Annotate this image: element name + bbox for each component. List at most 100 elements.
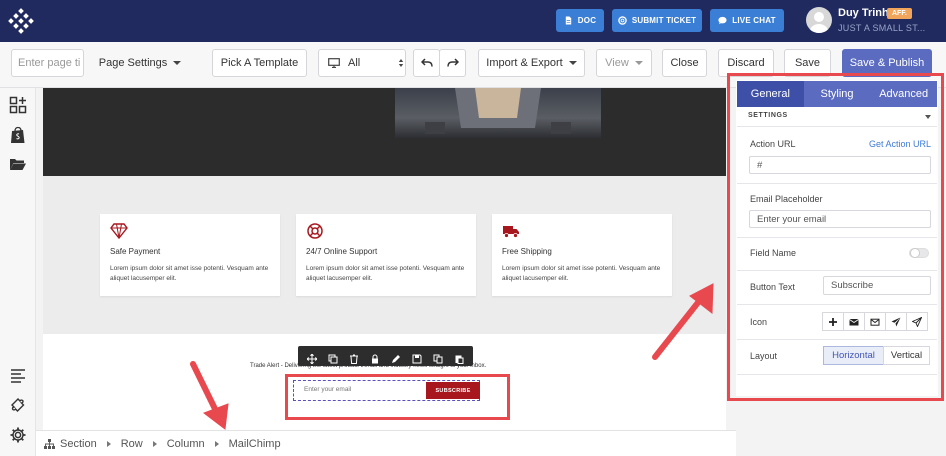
chevron-right-icon <box>152 440 157 447</box>
feature-card-online-support[interactable]: 24/7 Online Support Lorem ipsum dolor si… <box>296 214 476 296</box>
feature-title: Free Shipping <box>502 247 552 256</box>
icon-picker <box>822 312 928 331</box>
lifebuoy-icon <box>618 16 627 25</box>
divider <box>737 374 937 375</box>
settings-panel: General Styling Advanced SETTINGS Action… <box>736 80 938 396</box>
email-input[interactable]: Enter your email <box>304 386 351 393</box>
toggle-knob <box>910 248 920 258</box>
discard-button[interactable]: Discard <box>718 49 774 77</box>
chat-icon <box>718 16 727 25</box>
chevron-right-icon <box>214 440 219 447</box>
breadcrumb-mailchimp[interactable]: MailChimp <box>229 438 281 450</box>
gear-icon[interactable] <box>9 426 27 444</box>
lock-icon[interactable] <box>370 351 380 364</box>
chevron-down-icon <box>634 61 643 65</box>
email-placeholder-input[interactable]: Enter your email <box>749 210 931 228</box>
divider <box>737 237 937 238</box>
monitor-icon <box>328 58 340 68</box>
mailchimp-form[interactable]: Enter your email SUBSCRIBE <box>293 380 480 401</box>
breadcrumb-row[interactable]: Row <box>121 438 143 450</box>
plus-icon[interactable] <box>822 312 844 331</box>
feature-title: Safe Payment <box>110 247 161 256</box>
doc-button[interactable]: DOC <box>556 9 604 32</box>
button-text-label: Button Text <box>750 282 795 292</box>
trash-icon[interactable] <box>349 351 359 364</box>
view-dropdown[interactable]: View <box>596 49 652 77</box>
envelope-outline-icon[interactable] <box>864 312 886 331</box>
button-text-input[interactable]: Subscribe <box>823 276 931 295</box>
diamond-icon <box>110 223 128 239</box>
paper-plane-outline-icon[interactable] <box>906 312 928 331</box>
field-name-label: Field Name <box>750 248 797 258</box>
copy-icon[interactable] <box>328 351 338 364</box>
hero-photo[interactable] <box>395 88 601 138</box>
save-button[interactable]: Save <box>784 49 831 77</box>
divider <box>737 126 937 127</box>
puzzle-icon[interactable] <box>9 396 27 414</box>
settings-heading[interactable]: SETTINGS <box>748 112 788 119</box>
chevron-down-icon <box>568 61 577 65</box>
import-export-dropdown[interactable]: Import & Export <box>478 49 585 77</box>
app-logo-icon[interactable] <box>8 8 34 34</box>
tab-advanced[interactable]: Advanced <box>870 81 937 107</box>
hero-section[interactable] <box>43 88 726 176</box>
user-name[interactable]: Duy Trinh <box>838 7 889 19</box>
device-select-value: All <box>348 57 361 69</box>
sitemap-icon <box>44 438 55 449</box>
get-action-url-link[interactable]: Get Action URL <box>869 139 931 149</box>
feature-text: Lorem ipsum dolor sit amet isse potenti.… <box>306 265 465 282</box>
subscribe-button[interactable]: SUBSCRIBE <box>426 382 480 399</box>
pick-template-button[interactable]: Pick A Template <box>212 49 307 77</box>
top-navigation-bar: DOC SUBMIT TICKET LIVE CHAT Duy Trinh AF… <box>0 0 946 42</box>
device-select[interactable]: All <box>318 49 406 77</box>
layout-horizontal-button[interactable]: Horizontal <box>823 346 884 365</box>
live-chat-label: LIVE CHAT <box>732 16 776 25</box>
move-icon[interactable] <box>307 351 318 365</box>
page-settings-dropdown[interactable]: Page Settings <box>90 49 190 77</box>
layout-label: Layout <box>750 351 778 361</box>
chevron-right-icon <box>106 440 111 447</box>
save-publish-button[interactable]: Save & Publish <box>842 49 932 77</box>
shopify-bag-icon[interactable] <box>9 126 27 144</box>
divider <box>737 270 937 271</box>
paste-icon[interactable] <box>454 351 464 364</box>
feature-card-safe-payment[interactable]: Safe Payment Lorem ipsum dolor sit amet … <box>100 214 280 296</box>
breadcrumb-column[interactable]: Column <box>167 438 205 450</box>
submit-ticket-label: SUBMIT TICKET <box>631 16 697 25</box>
add-element-icon[interactable] <box>9 96 27 114</box>
divider <box>737 304 937 305</box>
envelope-filled-icon[interactable] <box>843 312 865 331</box>
breadcrumb-section[interactable]: Section <box>60 438 97 450</box>
undo-button[interactable] <box>413 49 440 77</box>
chevron-down-icon <box>173 61 182 65</box>
live-chat-button[interactable]: LIVE CHAT <box>710 9 784 32</box>
paper-plane-icon[interactable] <box>885 312 907 331</box>
feature-card-free-shipping[interactable]: Free Shipping Lorem ipsum dolor sit amet… <box>492 214 672 296</box>
left-sidebar <box>0 88 36 456</box>
tab-general[interactable]: General <box>737 81 804 107</box>
document-icon <box>565 16 571 25</box>
align-left-icon[interactable] <box>9 366 27 384</box>
page-title-input[interactable]: Enter page ti <box>11 49 84 77</box>
avatar[interactable] <box>806 7 832 33</box>
feature-title: 24/7 Online Support <box>306 247 378 256</box>
lifebuoy-icon <box>307 223 323 239</box>
field-name-toggle[interactable] <box>909 248 929 258</box>
chevron-down-icon[interactable] <box>925 115 931 119</box>
duplicate-icon[interactable] <box>433 351 443 364</box>
folder-open-icon[interactable] <box>9 155 27 173</box>
action-url-input[interactable]: # <box>749 156 931 174</box>
divider <box>737 339 937 340</box>
close-button[interactable]: Close <box>662 49 707 77</box>
truck-icon <box>503 226 519 238</box>
redo-button[interactable] <box>439 49 466 77</box>
submit-ticket-button[interactable]: SUBMIT TICKET <box>612 9 702 32</box>
layout-vertical-button[interactable]: Vertical <box>883 346 930 365</box>
user-subtitle: JUST A SMALL ST... <box>838 23 926 33</box>
action-url-label: Action URL <box>750 139 796 149</box>
tab-styling[interactable]: Styling <box>804 81 871 107</box>
feature-text: Lorem ipsum dolor sit amet isse potenti.… <box>110 265 269 282</box>
breadcrumb: Section Row Column MailChimp <box>36 430 736 456</box>
save-icon[interactable] <box>412 351 422 364</box>
pencil-icon[interactable] <box>391 351 401 363</box>
